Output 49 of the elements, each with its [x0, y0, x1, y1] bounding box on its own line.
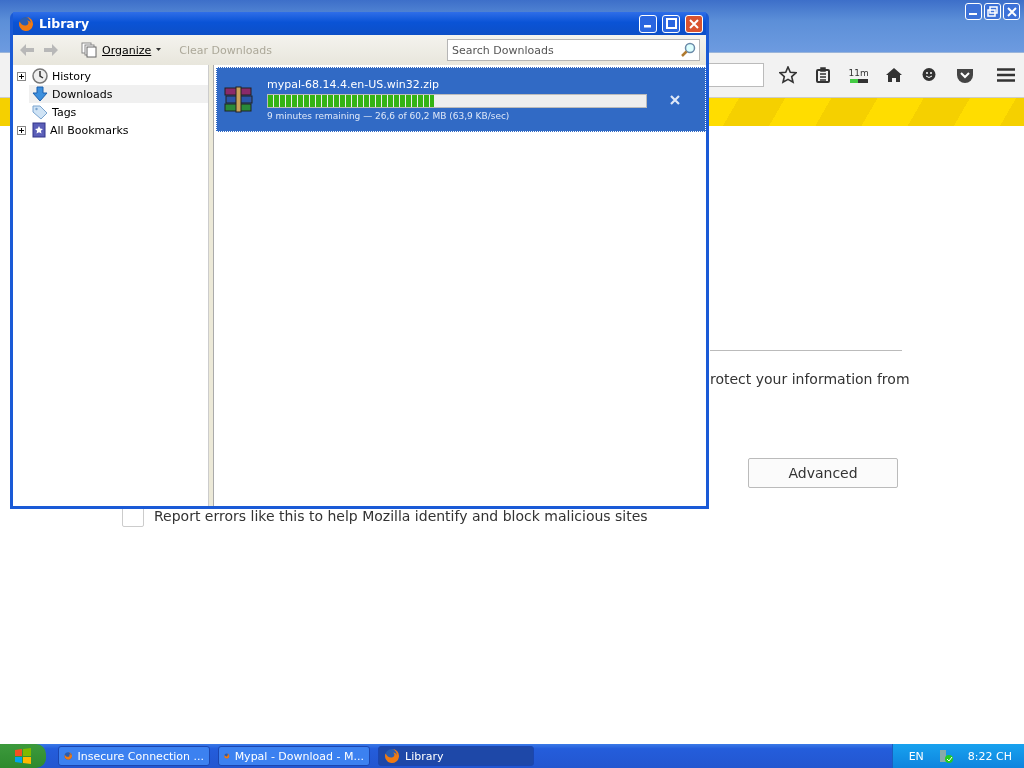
restore-button[interactable]: [984, 3, 1001, 20]
close-icon: [670, 94, 680, 105]
timer-badge[interactable]: 11m: [840, 67, 877, 83]
menu-icon[interactable]: [997, 68, 1016, 82]
windows-logo-icon: [13, 747, 33, 765]
clipboard-icon[interactable]: [815, 67, 832, 83]
download-item[interactable]: mypal-68.14.4.en-US.win32.zip 9 minutes remaining — 26,6 of 60,2 MB (63,9 KB/sec): [216, 67, 706, 132]
search-icon[interactable]: [680, 42, 696, 58]
close-icon: [689, 18, 699, 29]
file-name: mypal-68.14.4.en-US.win32.zip: [267, 78, 441, 91]
sidebar-item[interactable]: Tags: [29, 103, 209, 121]
restore-icon: [987, 6, 998, 17]
sidebar-item[interactable]: All Bookmarks: [29, 121, 209, 139]
sidebar-item[interactable]: History: [29, 67, 209, 85]
warning-text: rotect your information from: [710, 371, 910, 387]
maximize-icon: [665, 18, 677, 29]
expand-icon[interactable]: [16, 125, 26, 135]
clock: 8:22 CH: [967, 749, 1012, 763]
home-icon[interactable]: [885, 67, 903, 83]
pocket-icon[interactable]: [955, 67, 974, 83]
download-status: 9 minutes remaining — 26,6 of 60,2 MB (63,9 KB/sec): [267, 111, 511, 121]
taskbar-button[interactable]: Mypal - Download - M...: [218, 746, 370, 766]
minimize-button[interactable]: [639, 14, 657, 33]
address-field[interactable]: [709, 63, 765, 87]
taskbar-button[interactable]: Insecure Connection ...: [58, 746, 210, 766]
close-button[interactable]: [1003, 3, 1020, 20]
clock-icon: [32, 68, 48, 84]
firefox-icon: [384, 748, 400, 764]
window-title: Library: [39, 16, 91, 31]
sidebar-item[interactable]: Downloads: [29, 85, 209, 103]
minimize-button[interactable]: [965, 3, 982, 20]
start-button[interactable]: [0, 744, 46, 768]
bookmarks-icon: [32, 122, 46, 138]
pages-icon: [81, 42, 97, 58]
archive-icon: [223, 85, 255, 114]
maximize-button[interactable]: [662, 14, 680, 33]
smiley-icon[interactable]: [921, 67, 938, 83]
star-icon[interactable]: [778, 66, 797, 84]
tag-icon: [32, 104, 48, 120]
checkbox-label: Report errors like this to help Mozilla identify and block malicious sites: [154, 508, 648, 524]
advanced-button[interactable]: Advanced: [748, 458, 898, 488]
search-field[interactable]: Search Downloads: [447, 39, 700, 61]
taskbar-button[interactable]: Library: [378, 746, 534, 766]
organize-button[interactable]: Organize: [79, 40, 164, 60]
download-arrow-icon: [32, 86, 48, 102]
firefox-icon: [18, 15, 34, 32]
close-button[interactable]: [685, 14, 703, 33]
expand-icon[interactable]: [16, 71, 26, 81]
close-icon: [1006, 6, 1017, 17]
